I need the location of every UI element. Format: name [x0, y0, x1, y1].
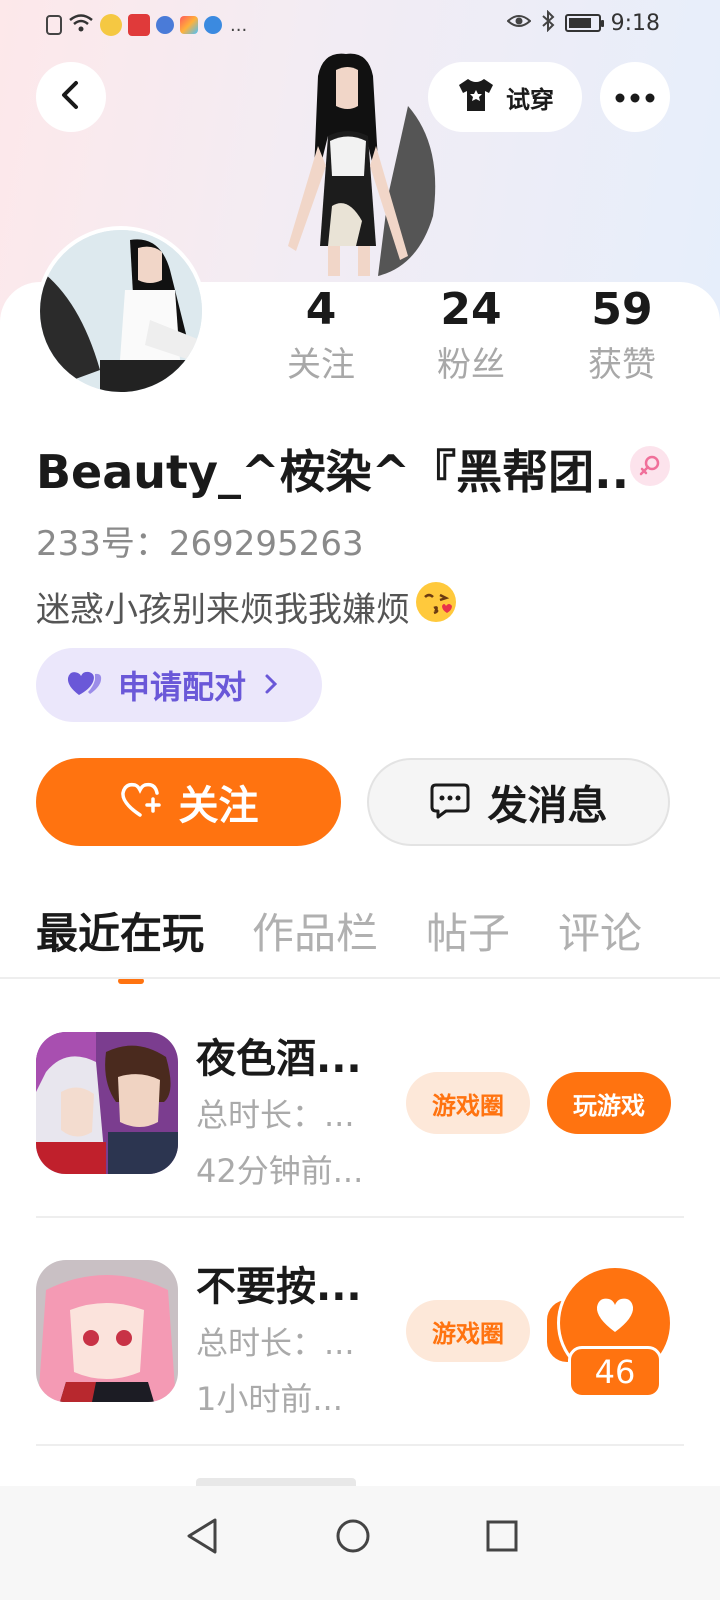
heart-icon	[594, 1296, 636, 1338]
following-label: 关注	[287, 345, 355, 385]
send-message-button[interactable]: 发消息	[367, 758, 670, 846]
following-stat[interactable]: 4 关注	[246, 282, 396, 390]
game-duration: 总时长：...	[196, 1096, 355, 1134]
music-app-icon	[156, 16, 174, 34]
profile-tabs: 最近在玩 作品栏 帖子 评论	[36, 900, 690, 984]
wifi-icon	[68, 12, 94, 38]
hearts-icon	[66, 668, 104, 702]
followers-count: 24	[440, 284, 502, 335]
female-gender-icon	[630, 446, 670, 486]
game-last-played: 1小时前...	[196, 1380, 343, 1418]
square-recents-icon	[485, 1519, 519, 1557]
followers-label: 粉丝	[437, 345, 505, 385]
game-name: 不要按...	[196, 1264, 362, 1310]
chevron-right-icon	[264, 669, 278, 702]
row-divider	[36, 1216, 684, 1218]
system-navigation-bar	[0, 1486, 720, 1600]
tab-recently-played[interactable]: 最近在玩	[36, 900, 205, 984]
chevron-left-icon	[58, 80, 84, 114]
likes-label: 获赞	[588, 345, 656, 385]
battery-icon	[564, 14, 604, 32]
more-button[interactable]	[600, 62, 670, 132]
tab-posts[interactable]: 帖子	[426, 900, 510, 964]
more-horizontal-icon	[615, 88, 655, 107]
follow-label: 关注	[178, 783, 259, 829]
try-on-label: 试穿	[506, 85, 554, 114]
tab-comments[interactable]: 评论	[558, 900, 642, 964]
triangle-back-icon	[185, 1517, 219, 1559]
avatar[interactable]	[36, 226, 206, 396]
tab-works-label: 作品栏	[252, 909, 379, 958]
game-icon[interactable]	[36, 1260, 178, 1402]
heart-plus-icon	[119, 781, 161, 823]
browser-app-icon	[204, 16, 222, 34]
game-circle-label: 游戏圈	[432, 1091, 504, 1120]
back-button[interactable]	[36, 62, 106, 132]
notification-icons: ...	[46, 12, 247, 38]
game-last-played: 42分钟前...	[196, 1152, 364, 1190]
bio-text: 迷惑小孩别来烦我我嫌烦	[36, 590, 410, 630]
play-game-label: 玩游戏	[573, 1091, 645, 1120]
tab-recently-played-label: 最近在玩	[36, 909, 205, 958]
kissing-face-icon	[414, 580, 458, 633]
tshirt-icon	[456, 77, 496, 117]
following-count: 4	[305, 284, 337, 335]
more-notifications: ...	[230, 14, 248, 36]
play-game-button[interactable]: 玩游戏	[547, 1072, 671, 1134]
bluetooth-icon	[541, 9, 555, 36]
send-message-label: 发消息	[487, 783, 608, 829]
nav-home-button[interactable]	[323, 1508, 383, 1568]
followers-stat[interactable]: 24 粉丝	[396, 282, 546, 390]
game-circle-label: 游戏圈	[432, 1319, 504, 1348]
request-pair-button[interactable]: 申请配对	[36, 648, 322, 722]
nav-recents-button[interactable]	[472, 1508, 532, 1568]
game-circle-button[interactable]: 游戏圈	[406, 1072, 530, 1134]
game-name: 夜色酒...	[196, 1036, 362, 1082]
circle-home-icon	[335, 1518, 371, 1558]
request-pair-label: 申请配对	[118, 668, 247, 706]
tab-works[interactable]: 作品栏	[252, 900, 378, 964]
status-bar: ... 9:18	[0, 0, 720, 50]
bio: 迷惑小孩别来烦我我嫌烦	[36, 580, 458, 633]
likes-stat[interactable]: 59 获赞	[547, 282, 697, 390]
game-icon[interactable]	[36, 1032, 178, 1174]
color-app-icon	[180, 16, 198, 34]
like-count: 46	[568, 1346, 662, 1398]
clock: 9:18	[610, 10, 660, 36]
username: Beauty_^桉染^『黑帮团...	[36, 445, 626, 499]
avatar-figure[interactable]	[258, 46, 448, 280]
nav-back-button[interactable]	[172, 1508, 232, 1568]
book-app-icon	[128, 14, 150, 36]
game-circle-button[interactable]: 游戏圈	[406, 1300, 530, 1362]
try-on-button[interactable]: 试穿	[428, 62, 582, 132]
game-app-icon	[100, 14, 122, 36]
eye-icon	[506, 13, 532, 33]
tab-comments-label: 评论	[558, 909, 643, 958]
row-divider	[36, 1444, 684, 1446]
tabs-divider	[0, 977, 720, 979]
chat-bubble-icon	[430, 781, 470, 823]
game-duration: 总时长：...	[196, 1324, 355, 1362]
system-indicators: 9:18	[506, 9, 660, 36]
list-item[interactable]: 夜色酒... 总时长：... 42分钟前... 游戏圈 玩游戏	[36, 1032, 684, 1258]
likes-count: 59	[591, 284, 653, 335]
alert-icon	[46, 15, 62, 35]
tab-posts-label: 帖子	[426, 909, 511, 958]
user-id: 233号：269295263	[36, 524, 364, 564]
follow-button[interactable]: 关注	[36, 758, 341, 846]
